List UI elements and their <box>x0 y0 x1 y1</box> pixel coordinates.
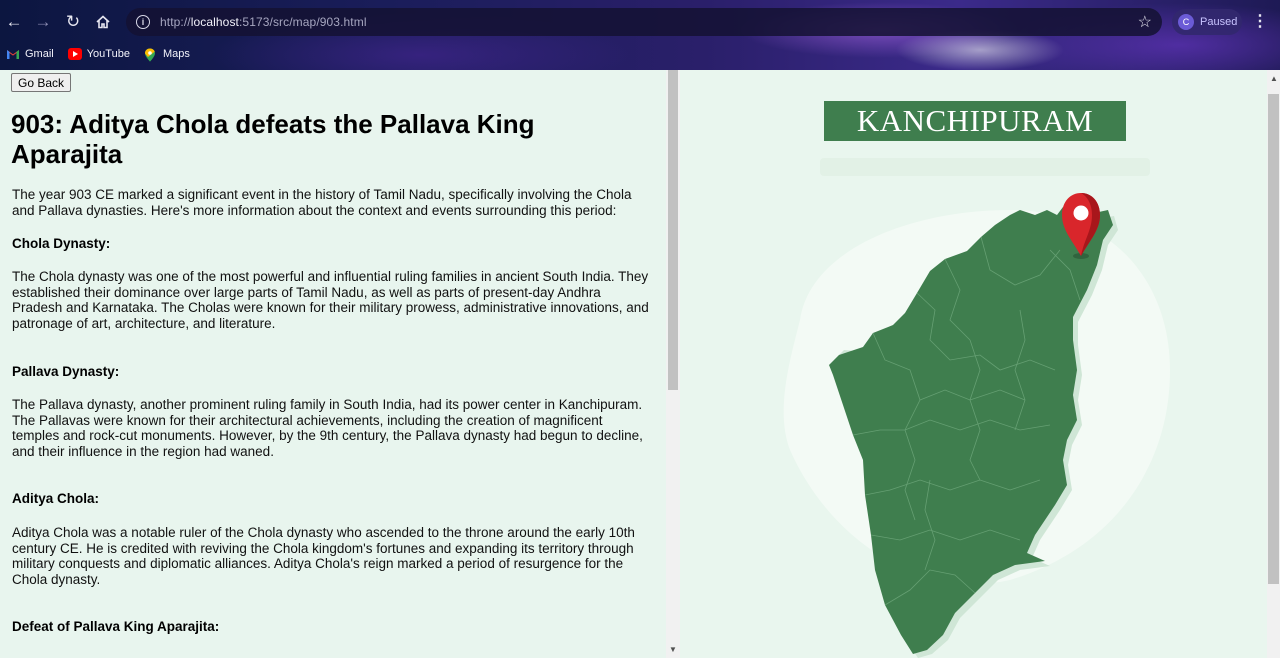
section-text-chola: The Chola dynasty was one of the most po… <box>12 269 649 331</box>
maps-icon <box>144 48 158 62</box>
bookmark-gmail[interactable]: Gmail <box>6 45 54 63</box>
scroll-down-arrow-icon[interactable]: ▼ <box>669 645 677 654</box>
map-pane: KANCHIPURAM <box>680 70 1267 658</box>
profile-status: Paused <box>1200 16 1238 28</box>
back-arrow-icon[interactable]: ← <box>0 8 28 36</box>
section-text-aditya: Aditya Chola was a notable ruler of the … <box>12 525 635 587</box>
bookmarks-bar: Gmail YouTube Maps <box>6 45 190 63</box>
section-heading-chola: Chola Dynasty: <box>12 236 111 251</box>
section-heading-aditya: Aditya Chola: <box>12 491 100 506</box>
avatar: C <box>1178 14 1194 30</box>
forward-arrow-icon[interactable]: → <box>29 8 57 36</box>
address-bar[interactable]: i http://localhost:5173/src/map/903.html… <box>126 8 1162 36</box>
bookmark-star-icon[interactable]: ☆ <box>1138 12 1152 32</box>
tamil-nadu-map <box>783 158 1170 658</box>
bookmark-youtube[interactable]: YouTube <box>67 45 130 63</box>
kebab-menu-icon[interactable]: ⋮ <box>1252 11 1268 31</box>
page-scrollbar[interactable]: ▲ <box>1267 70 1280 658</box>
intro-paragraph: The year 903 CE marked a significant eve… <box>12 187 632 218</box>
article-scroll-thumb[interactable] <box>668 70 678 390</box>
profile-button[interactable]: C Paused <box>1172 9 1242 35</box>
banner-shadow <box>820 158 1150 176</box>
site-info-icon[interactable]: i <box>136 15 150 29</box>
section-heading-pallava: Pallava Dynasty: <box>12 364 120 379</box>
article-scrollbar[interactable]: ▼ <box>666 70 680 658</box>
section-text-pallava: The Pallava dynasty, another prominent r… <box>12 397 643 459</box>
url-text: http://localhost:5173/src/map/903.html <box>160 15 367 29</box>
reload-icon[interactable]: ↻ <box>59 8 87 36</box>
bookmark-maps[interactable]: Maps <box>144 45 190 63</box>
browser-toolbar: ← → ↻ i http://localhost:5173/src/map/90… <box>0 8 1280 36</box>
gmail-icon <box>6 48 20 60</box>
scroll-up-arrow-icon[interactable]: ▲ <box>1270 74 1278 83</box>
page-title: 903: Aditya Chola defeats the Pallava Ki… <box>11 109 535 169</box>
section-heading-defeat: Defeat of Pallava King Aparajita: <box>12 619 220 634</box>
youtube-icon <box>67 48 82 60</box>
map-banner-title: KANCHIPURAM <box>824 101 1126 141</box>
home-icon[interactable] <box>89 8 117 36</box>
page-scroll-thumb[interactable] <box>1268 94 1279 584</box>
browser-chrome: ← → ↻ i http://localhost:5173/src/map/90… <box>0 0 1280 70</box>
go-back-button[interactable]: Go Back <box>11 73 72 92</box>
article-pane: Go Back 903: Aditya Chola defeats the Pa… <box>0 70 666 658</box>
